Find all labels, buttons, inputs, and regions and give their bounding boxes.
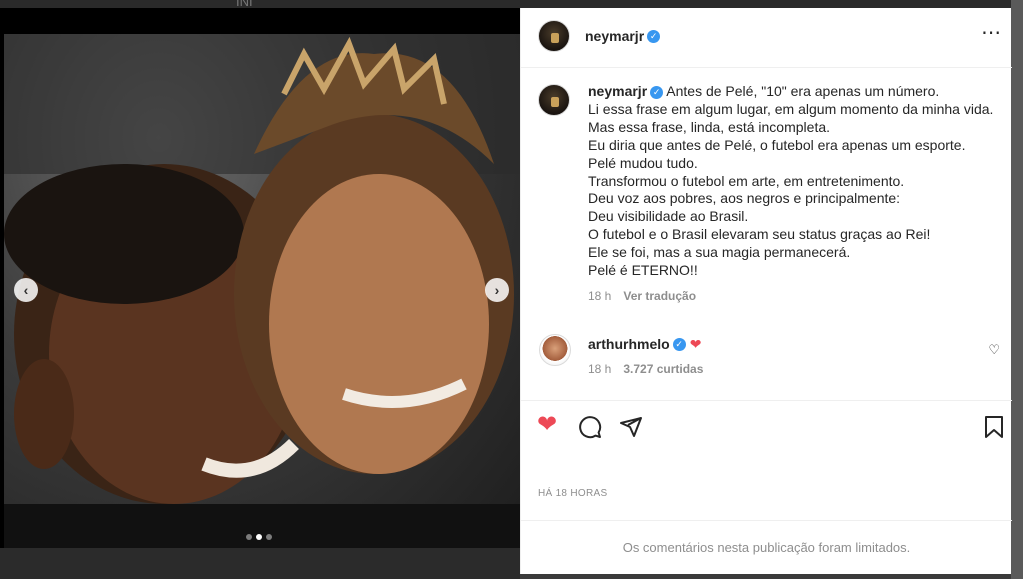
post-media: ‹ ›	[0, 8, 520, 548]
carousel-dot	[246, 534, 252, 540]
post-timestamp: HÁ 18 HORAS	[538, 488, 608, 499]
post-details-panel: neymarjr ✓ ⋯ neymarjr ✓ Antes de Pelé, "10…	[520, 8, 1012, 574]
caption-line: O futebol e o Brasil elevaram seu status…	[588, 226, 931, 243]
caption-username[interactable]: neymarjr	[588, 83, 647, 99]
background-bottom	[0, 548, 520, 579]
caption-meta: 18 h Ver tradução	[588, 288, 998, 306]
background-scrollbar	[1011, 0, 1023, 579]
avatar[interactable]	[538, 20, 570, 52]
caption-text: neymarjr ✓ Antes de Pelé, "10" era apenas…	[588, 83, 998, 306]
share-icon[interactable]	[619, 415, 643, 439]
caption-avatar[interactable]	[538, 84, 570, 116]
photo-illustration	[4, 34, 520, 548]
comment-heart-icon: ❤	[689, 336, 702, 352]
carousel-prev-button[interactable]: ‹	[14, 278, 38, 302]
caption-line: Ele se foi, mas a sua magia permanecerá.	[588, 244, 851, 261]
carousel-indicator	[246, 534, 272, 540]
verified-badge-icon: ✓	[672, 338, 686, 352]
comment-like-icon[interactable]: ♡	[988, 342, 1000, 358]
caption-line: Mas essa frase, linda, está incompleta.	[588, 118, 831, 135]
see-translation-link[interactable]: Ver tradução	[623, 289, 696, 303]
save-bookmark-icon[interactable]	[984, 415, 1004, 439]
verified-badge-icon: ✓	[647, 30, 661, 44]
action-bar: ❤	[521, 400, 1012, 450]
comment-avatar[interactable]	[539, 334, 571, 366]
comment-likes[interactable]: 3.727 curtidas	[623, 362, 703, 376]
more-options-icon[interactable]: ⋯	[981, 23, 1002, 43]
comment-time: 18 h	[588, 362, 612, 376]
comment-item: arthurhmelo ✓ ❤ 18 h 3.727 curtidas	[588, 336, 703, 376]
chevron-right-icon: ›	[494, 282, 500, 298]
carousel-dot-active	[256, 534, 262, 540]
carousel-dot	[266, 534, 272, 540]
comments-limited-notice: Os comentários nesta publicação foram li…	[521, 520, 1012, 574]
author-username[interactable]: neymarjr	[585, 28, 644, 44]
carousel-next-button[interactable]: ›	[485, 278, 509, 302]
caption-line: Eu diria que antes de Pelé, o futebol er…	[588, 136, 966, 153]
caption-line: Li essa frase em algum lugar, em algum m…	[588, 100, 994, 117]
chevron-left-icon: ‹	[23, 282, 29, 298]
caption-line: Deu voz aos pobres, aos negros e princip…	[588, 190, 901, 207]
comment-meta: 18 h 3.727 curtidas	[588, 362, 703, 376]
background-page: INI	[0, 0, 1023, 9]
caption-line: Deu visibilidade ao Brasil.	[588, 208, 749, 225]
post-photo	[4, 34, 520, 548]
comment-icon[interactable]	[578, 415, 602, 439]
caption-section: neymarjr ✓ Antes de Pelé, "10" era apenas…	[521, 68, 1012, 400]
caption-time: 18 h	[588, 288, 612, 303]
like-heart-icon[interactable]: ❤	[537, 413, 557, 437]
caption-line: Pelé mudou tudo.	[588, 154, 698, 171]
post-header: neymarjr ✓ ⋯	[521, 8, 1012, 68]
caption-line: Transformou o futebol em arte, em entret…	[588, 172, 905, 189]
caption-line-1: neymarjr ✓ Antes de Pelé, "10" era apenas…	[588, 83, 940, 99]
verified-badge-icon: ✓	[650, 85, 664, 99]
caption-line: Pelé é ETERNO!!	[588, 262, 698, 279]
comment-username[interactable]: arthurhmelo	[588, 336, 670, 352]
